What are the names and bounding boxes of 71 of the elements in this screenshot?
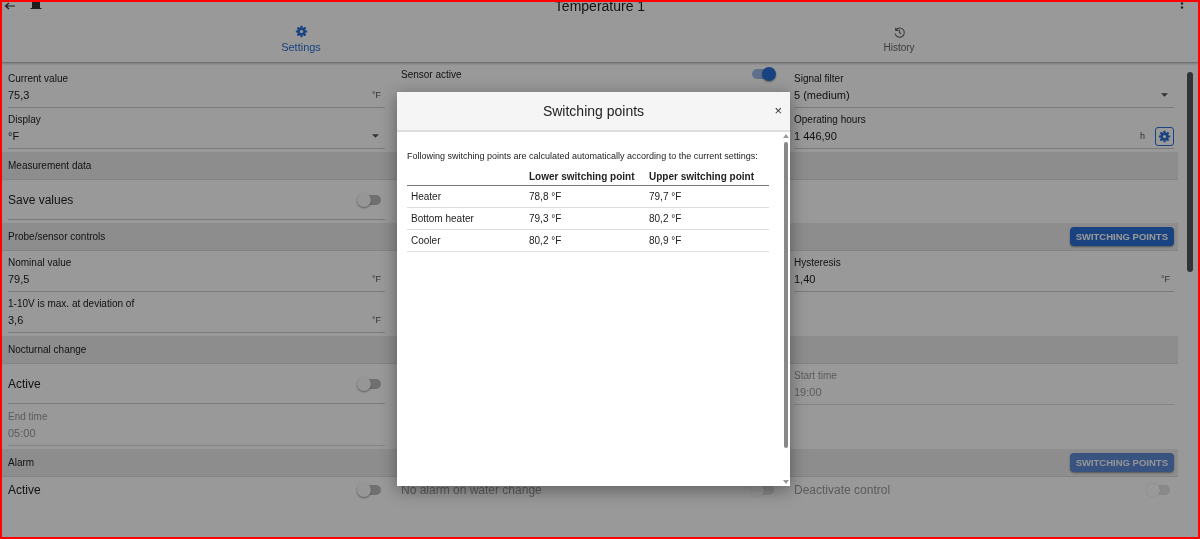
section-title: Alarm bbox=[8, 457, 35, 468]
select-field[interactable]: Display °F bbox=[8, 108, 385, 149]
field-value: 75,3 bbox=[8, 89, 31, 101]
column-header: Upper switching point bbox=[645, 168, 769, 186]
toggle-switch[interactable] bbox=[359, 485, 381, 495]
field-value: 79,5 bbox=[8, 273, 31, 285]
field-value: 1 446,90 bbox=[794, 130, 838, 142]
table-cell: 79,7 °F bbox=[645, 185, 769, 208]
table-cell: Cooler bbox=[407, 229, 525, 252]
section-title: Probe/sensor controls bbox=[8, 231, 106, 242]
settings-button[interactable] bbox=[1155, 126, 1174, 146]
table-cell: 80,2 °F bbox=[525, 229, 645, 252]
input-field[interactable]: Operating hours 1 446,90 h bbox=[794, 108, 1174, 149]
field-label: Start time bbox=[794, 370, 838, 382]
toggle-label: Active bbox=[8, 376, 41, 391]
field-label: Current value bbox=[8, 73, 70, 85]
more-menu-icon[interactable] bbox=[1180, 2, 1184, 10]
toggle-switch[interactable] bbox=[359, 378, 381, 389]
field-label: Nominal value bbox=[8, 257, 73, 269]
scrollbar[interactable] bbox=[782, 134, 789, 484]
unit-label: °F bbox=[371, 274, 382, 284]
unit-label: °F bbox=[1160, 274, 1171, 284]
tab[interactable]: History bbox=[600, 16, 1198, 62]
section-title: Nocturnal change bbox=[8, 344, 87, 355]
input-field[interactable]: Nominal value 79,5 °F bbox=[8, 251, 385, 292]
close-button[interactable]: × bbox=[772, 103, 784, 118]
table-cell: 80,9 °F bbox=[645, 229, 769, 252]
field-value: 1,40 bbox=[794, 273, 817, 285]
unit-label: °F bbox=[371, 315, 382, 325]
section-title: Measurement data bbox=[8, 160, 92, 171]
input-field[interactable]: 1-10V is max. at deviation of 3,6 °F bbox=[8, 292, 385, 333]
gear-icon bbox=[1158, 129, 1171, 143]
dialog-text: Following switching points are calculated automatically according to the current settings: bbox=[407, 151, 758, 161]
toggle-label: Save values bbox=[8, 192, 74, 207]
toggle-switch[interactable] bbox=[752, 69, 774, 79]
column-header: Lower switching point bbox=[525, 168, 645, 186]
field-label: Operating hours bbox=[794, 114, 867, 126]
field-label: Display bbox=[8, 114, 42, 126]
toggle-label: Deactivate control bbox=[794, 483, 891, 497]
dialog-title: Switching points bbox=[542, 103, 645, 119]
field-value: °F bbox=[8, 130, 21, 142]
field-value: 5 (medium) bbox=[794, 89, 851, 101]
field-value: 3,6 bbox=[8, 314, 25, 326]
table-cell: Bottom heater bbox=[407, 207, 525, 230]
page-title: Temperature 1 bbox=[554, 2, 646, 13]
toggle-switch[interactable] bbox=[359, 194, 381, 205]
field-label: End time bbox=[8, 411, 49, 423]
tab[interactable]: Settings bbox=[2, 16, 600, 62]
table-cell: 78,8 °F bbox=[525, 185, 645, 208]
input-field[interactable]: Hysteresis 1,40 °F bbox=[794, 251, 1174, 292]
select-field[interactable]: Signal filter 5 (medium) bbox=[794, 67, 1174, 108]
toggle-label: Active bbox=[8, 483, 41, 497]
table-cell: Heater bbox=[407, 185, 525, 208]
field-label: 1-10V is max. at deviation of bbox=[8, 298, 136, 310]
bell-icon[interactable] bbox=[30, 2, 42, 10]
caret-icon bbox=[372, 134, 379, 138]
unit-label: °F bbox=[371, 90, 382, 100]
field-label: Hysteresis bbox=[794, 257, 842, 269]
gear-icon bbox=[294, 25, 308, 38]
field-label: Signal filter bbox=[794, 73, 845, 85]
back-arrow-icon[interactable] bbox=[4, 2, 16, 10]
caret-icon bbox=[1161, 93, 1168, 97]
table-cell: 80,2 °F bbox=[645, 207, 769, 230]
table-cell: 79,3 °F bbox=[525, 207, 645, 230]
switching-points-button[interactable]: SWITCHING POINTS bbox=[1069, 227, 1174, 246]
input-field[interactable]: Current value 75,3 °F bbox=[8, 67, 385, 108]
field-value: 05:00 bbox=[8, 427, 37, 439]
toggle-label: Sensor active bbox=[401, 69, 462, 80]
clock-icon bbox=[892, 25, 906, 39]
field-value: 19:00 bbox=[794, 386, 823, 398]
unit-label: h bbox=[1140, 131, 1146, 141]
